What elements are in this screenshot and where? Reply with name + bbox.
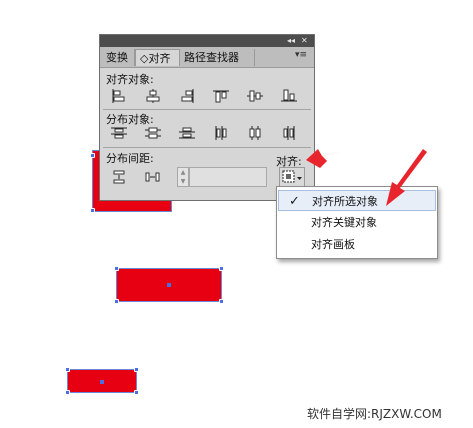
align-vertical-center-icon[interactable] [247, 89, 263, 103]
align-bottom-icon[interactable] [281, 89, 297, 103]
align-right-icon[interactable] [179, 89, 195, 103]
anchor-point[interactable] [134, 390, 139, 395]
distribute-horizontal-space-icon[interactable] [145, 170, 161, 184]
anchor-point[interactable] [219, 299, 224, 304]
distribute-vertical-space-icon[interactable] [111, 170, 127, 184]
watermark-text: 软件自学网:RJZXW.COM [307, 407, 442, 421]
spacing-input[interactable] [189, 167, 267, 187]
menu-item-label: 对齐所选对象 [312, 195, 378, 208]
anchor-point[interactable] [65, 367, 70, 372]
anchor-point[interactable] [65, 390, 70, 395]
anchor-point[interactable] [90, 208, 95, 213]
panel-tabbar: 变换 ◇对齐 路径查找器 ▾≡ [100, 47, 314, 68]
menu-item-align-to-selection[interactable]: ✓ 对齐所选对象 [278, 190, 436, 211]
align-to-selection-icon [282, 170, 302, 183]
align-to-dropdown-menu: ✓ 对齐所选对象 对齐关键对象 对齐画板 [276, 186, 438, 259]
menu-item-align-to-key-object[interactable]: 对齐关键对象 [278, 212, 436, 233]
divider [103, 147, 311, 148]
anchor-point[interactable] [219, 266, 224, 271]
tab-align[interactable]: ◇对齐 [135, 49, 180, 66]
distribute-spacing-label: 分布间距: [106, 152, 154, 165]
anchor-point[interactable] [134, 367, 139, 372]
tab-transform[interactable]: 变换 [102, 49, 135, 66]
distribute-horizontal-center-icon[interactable] [247, 126, 263, 140]
stepper-down-icon[interactable]: ▼ [178, 177, 188, 186]
anchor-point[interactable] [114, 266, 119, 271]
collapse-icon[interactable]: ◂◂ [287, 36, 295, 46]
distribute-top-icon[interactable] [111, 126, 127, 140]
menu-item-label: 对齐关键对象 [311, 216, 377, 229]
menu-item-align-to-artboard[interactable]: 对齐画板 [278, 234, 436, 255]
spacing-stepper[interactable]: ▲ ▼ [177, 167, 189, 187]
align-horizontal-center-icon[interactable] [145, 89, 161, 103]
align-left-icon[interactable] [111, 89, 127, 103]
checkmark-icon: ✓ [289, 194, 300, 209]
distribute-objects-label: 分布对象: [106, 113, 154, 126]
stepper-up-icon[interactable]: ▲ [178, 168, 188, 177]
distribute-left-icon[interactable] [213, 126, 229, 140]
panel-titlebar[interactable]: ◂◂ ✕ [100, 35, 314, 47]
distribute-vertical-center-icon[interactable] [145, 126, 161, 140]
menu-item-label: 对齐画板 [311, 238, 355, 251]
panel-menu-icon[interactable]: ▾≡ [295, 50, 307, 60]
divider [103, 109, 311, 110]
align-to-selection-button[interactable] [279, 167, 305, 187]
tab-pathfinder[interactable]: 路径查找器 [180, 49, 255, 66]
center-point [100, 380, 104, 384]
distribute-bottom-icon[interactable] [179, 126, 195, 140]
anchor-point[interactable] [114, 299, 119, 304]
anchor-point[interactable] [90, 153, 95, 158]
align-objects-label: 对齐对象: [106, 73, 154, 86]
distribute-right-icon[interactable] [281, 126, 297, 140]
close-icon[interactable]: ✕ [301, 36, 308, 46]
center-point [167, 283, 171, 287]
align-panel: ◂◂ ✕ 变换 ◇对齐 路径查找器 ▾≡ 对齐对象: 分布对象: 分布间距: 对… [99, 34, 315, 201]
align-top-icon[interactable] [213, 89, 229, 103]
